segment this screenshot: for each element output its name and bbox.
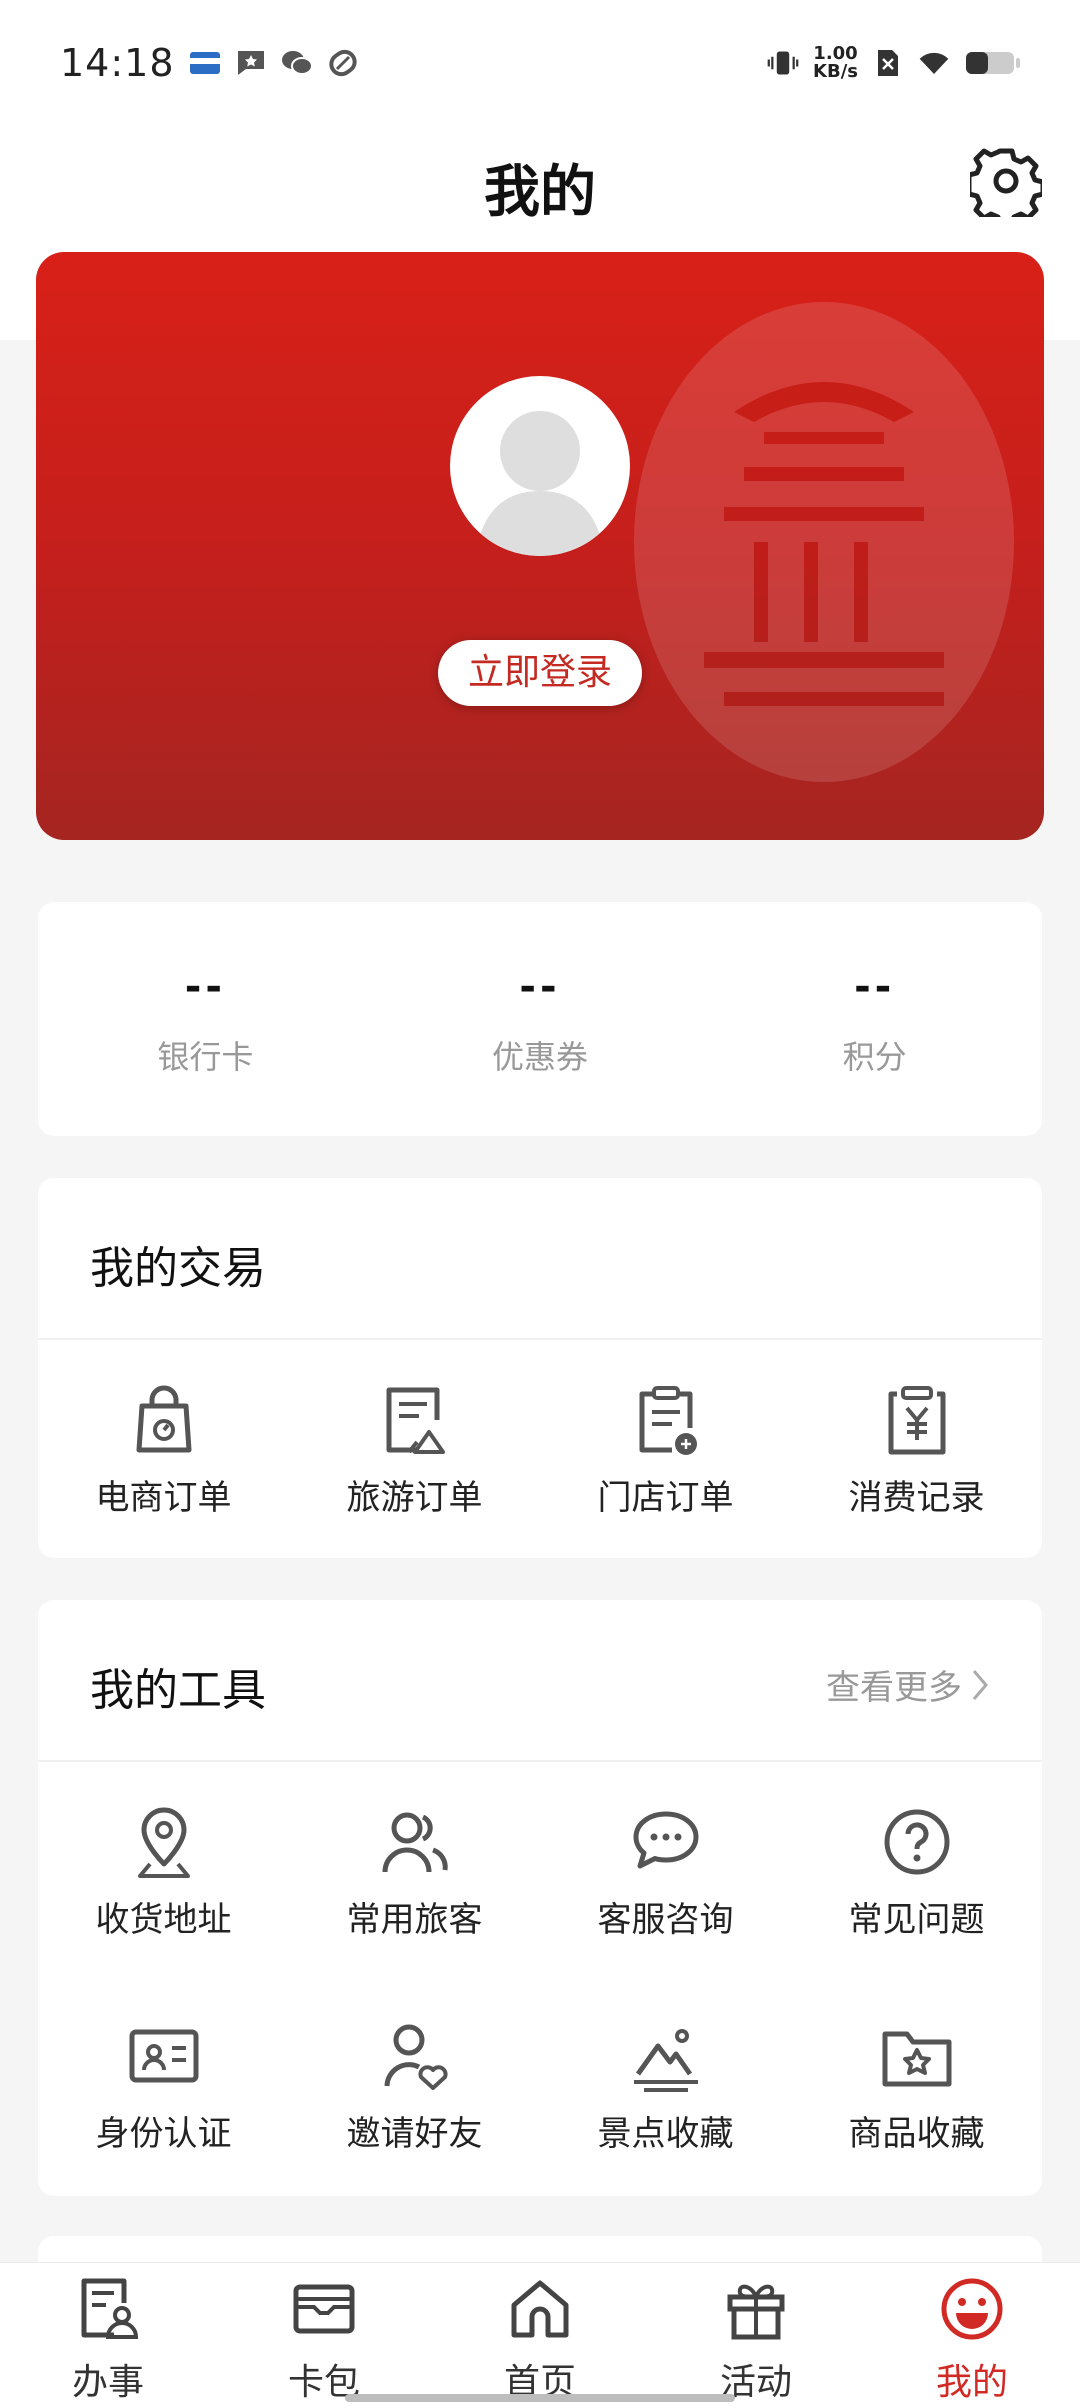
stat-label: 优惠券 (492, 1038, 589, 1076)
chat-bubbles-icon (633, 1811, 698, 1869)
default-avatar-icon (475, 411, 605, 556)
bottom-tab-bar: 办事 卡包 首页 活动 我的 (0, 2262, 1080, 2408)
status-time: 14:18 (60, 40, 175, 85)
tab-card-wallet[interactable]: 卡包 (216, 2263, 432, 2408)
user-heart-icon (384, 2024, 448, 2090)
battery-icon (964, 49, 1022, 77)
grid-label: 常见问题 (848, 1900, 985, 1940)
section-title: 我的工具 (90, 1665, 266, 1716)
folder-star-icon (882, 2031, 951, 2087)
invite-friends-button[interactable]: 邀请好友 (289, 1976, 540, 2190)
bank-card-notification-icon (189, 49, 221, 77)
grid-label: 门店订单 (597, 1478, 734, 1518)
smiley-icon (941, 2278, 1003, 2340)
faq-button[interactable]: 常见问题 (791, 1762, 1042, 1976)
chevron-right-icon (972, 1669, 988, 1700)
grid-label: 客服咨询 (597, 1900, 734, 1940)
shopping-bag-icon (136, 1385, 191, 1453)
tab-label: 我的 (935, 2362, 1008, 2403)
tab-home[interactable]: 首页 (432, 2263, 648, 2408)
grid-label: 常用旅客 (346, 1900, 483, 1940)
stat-value: -- (519, 964, 561, 1010)
network-speed-value: 1.00 (813, 42, 858, 64)
grid-label: 身份认证 (95, 2114, 232, 2154)
pagoda-watermark-icon (634, 302, 1014, 782)
stat-coupon[interactable]: -- 优惠券 (373, 902, 708, 1136)
star-message-notification-icon (235, 49, 267, 77)
status-bar: 14:18 1.00 KB/s (0, 0, 1080, 125)
document-person-icon (81, 2278, 139, 2339)
scenic-favorites-button[interactable]: 景点收藏 (540, 1976, 791, 2190)
gift-icon (727, 2284, 785, 2340)
mountain-icon (633, 2029, 698, 2092)
grid-label: 收货地址 (95, 1900, 232, 1940)
stat-value: -- (854, 964, 896, 1010)
view-more-label: 查看更多 (826, 1668, 962, 1708)
transactions-header: 我的交易 (38, 1178, 1042, 1340)
frequent-travelers-button[interactable]: 常用旅客 (289, 1762, 540, 1976)
grid-label: 商品收藏 (848, 2114, 985, 2154)
ecommerce-orders-button[interactable]: 电商订单 (38, 1340, 289, 1554)
stat-value: -- (184, 964, 226, 1010)
view-more-link[interactable]: 查看更多 (826, 1660, 990, 1709)
grid-label: 景点收藏 (597, 2114, 734, 2154)
location-pin-icon (137, 1807, 190, 1878)
settings-button[interactable] (966, 145, 1046, 228)
spending-records-button[interactable]: 消费记录 (791, 1340, 1042, 1554)
store-orders-button[interactable]: 门店订单 (540, 1340, 791, 1554)
stat-points[interactable]: -- 积分 (707, 902, 1042, 1136)
grid-label: 旅游订单 (346, 1478, 483, 1518)
link-notification-icon (327, 49, 359, 77)
customer-service-button[interactable]: 客服咨询 (540, 1762, 791, 1976)
shipping-address-button[interactable]: 收货地址 (38, 1762, 289, 1976)
tools-header: 我的工具 查看更多 (38, 1600, 1042, 1762)
transactions-section: 我的交易 电商订单 旅游订单 门店订单 消费记录 (38, 1178, 1042, 1558)
vibrate-icon (767, 49, 799, 77)
page-header: 我的 (0, 125, 1080, 240)
home-icon (511, 2280, 569, 2338)
grid-label: 邀请好友 (346, 2114, 483, 2154)
tab-mine[interactable]: 我的 (864, 2263, 1080, 2408)
login-button[interactable]: 立即登录 (438, 640, 642, 706)
no-sim-icon (872, 49, 904, 77)
grid-label: 电商订单 (95, 1478, 232, 1518)
stats-card: -- 银行卡 -- 优惠券 -- 积分 (38, 902, 1042, 1136)
home-indicator[interactable] (345, 2394, 735, 2402)
avatar[interactable] (450, 376, 630, 556)
stat-bank-card[interactable]: -- 银行卡 (38, 902, 373, 1136)
grid-label: 消费记录 (848, 1478, 985, 1518)
travel-orders-button[interactable]: 旅游订单 (289, 1340, 540, 1554)
question-circle-icon (884, 1809, 949, 1875)
identity-verification-button[interactable]: 身份认证 (38, 1976, 289, 2190)
stat-label: 积分 (842, 1038, 907, 1076)
section-title: 我的交易 (90, 1243, 266, 1294)
network-speed: 1.00 KB/s (813, 42, 858, 82)
wallet-icon (293, 2284, 355, 2334)
id-card-icon (129, 2029, 198, 2083)
yuan-clipboard-icon (888, 1386, 945, 1455)
tab-label: 办事 (71, 2362, 144, 2403)
travel-document-icon (386, 1387, 445, 1454)
gear-icon (966, 148, 1046, 228)
users-icon (382, 1812, 448, 1873)
wechat-notification-icon (281, 49, 313, 77)
profile-card: 立即登录 (36, 252, 1044, 840)
wifi-icon (918, 49, 950, 77)
tab-services[interactable]: 办事 (0, 2263, 216, 2408)
tools-section: 我的工具 查看更多 收货地址 常用旅客 客服咨询 常见问题 身份认证 邀请好友 … (38, 1600, 1042, 2196)
clipboard-store-icon (639, 1386, 697, 1455)
stat-label: 银行卡 (157, 1038, 254, 1076)
page-title: 我的 (484, 160, 596, 225)
product-favorites-button[interactable]: 商品收藏 (791, 1976, 1042, 2190)
network-speed-unit: KB/s (813, 60, 858, 82)
tab-activities[interactable]: 活动 (648, 2263, 864, 2408)
